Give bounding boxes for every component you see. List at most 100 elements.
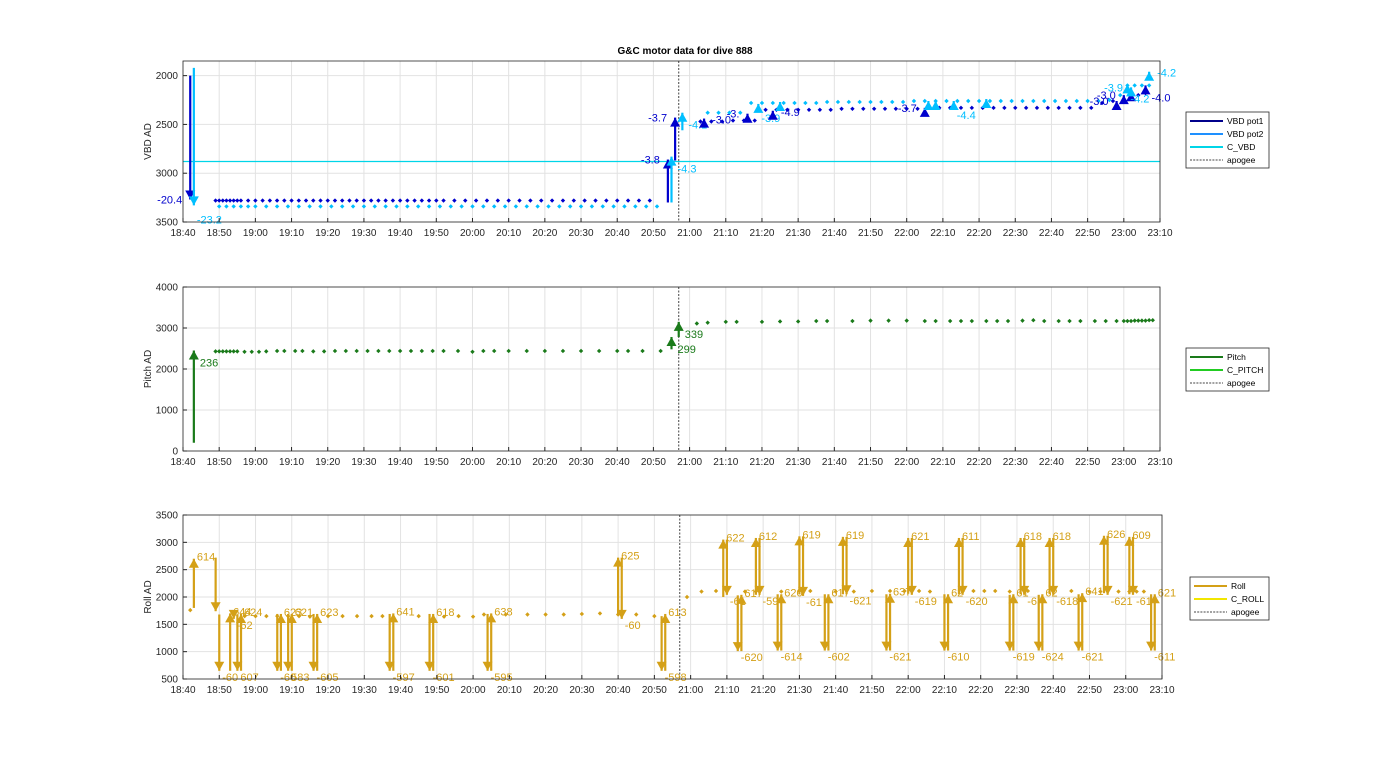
vbd-data-point [405,204,410,209]
vbd-data-point [868,99,873,105]
roll-xtick-label: 21:20 [751,685,776,696]
pitch-data-point [777,319,783,324]
pitch-xtick-label: 21:20 [749,457,774,468]
vbd-xtick-label: 19:40 [388,228,413,239]
vbd-data-point [517,198,522,203]
vbd-data-point [1067,105,1072,111]
pitch-data-point [365,348,370,354]
pitch-y-axis-label: Pitch AD [143,350,154,388]
pitch-data-point [1078,318,1083,324]
pitch-data-point [824,318,830,324]
vbd-move-label: -4.3 [678,164,697,176]
vbd-data-point [513,204,519,209]
roll-xtick-label: 22:30 [1004,685,1029,696]
roll-data-point [597,611,603,616]
roll-move-markers: 614-60644-62607624-60623583621-605623-59… [188,529,1176,684]
vbd-move-label: -3.7 [898,103,917,115]
vbd-data-point [416,204,421,209]
roll-data-point [470,614,476,619]
vbd-y-axis-label: VBD AD [143,123,154,160]
vbd-data-point [495,198,501,203]
roll-xtick-label: 21:10 [714,685,739,696]
vbd-data-point [633,204,638,209]
vbd-xtick-label: 19:30 [351,228,376,239]
vbd-legend-label: C_VBD [1227,142,1255,152]
roll-move-label: 621 [295,607,313,619]
vbd-points [213,83,1152,209]
roll-legend-label: C_ROLL [1231,594,1264,604]
vbd-data-point [966,98,971,104]
roll-xtick-label: 22:40 [1041,685,1066,696]
roll-move-label: -620 [966,596,988,608]
vbd-data-point [1020,98,1025,104]
vbd-data-point [224,204,229,209]
vbd-data-point [578,204,584,209]
vbd-move-label: -3.9 [1104,82,1123,94]
pitch-data-point [994,318,1000,324]
pitch-x-ticks: 18:40 18:50 19:00 19:10 19:20 19:30 19:40 19:50… [170,447,1173,468]
pitch-data-point [615,348,620,354]
roll-ytick-label: 2500 [156,565,179,576]
vbd-data-point [1063,98,1069,104]
pitch-data-point [311,349,316,354]
roll-y-axis-label: Roll AD [143,580,154,613]
vbd-data-point [372,204,377,209]
vbd-data-point [463,198,468,203]
vbd-data-point [361,198,367,203]
roll-move-label: -621 [889,652,911,664]
roll-move-label: -620 [741,652,763,664]
roll-ytick-label: 3000 [156,538,179,549]
vbd-data-point [274,198,280,203]
pitch-xtick-label: 19:50 [424,457,449,468]
vbd-xtick-label: 18:40 [170,228,195,239]
pitch-xtick-label: 19:20 [315,457,340,468]
pitch-xtick-label: 21:30 [786,457,811,468]
vbd-data-point [383,198,388,203]
roll-xtick-label: 20:50 [642,685,667,696]
roll-xtick-label: 22:20 [968,685,993,696]
vbd-data-point [296,198,301,203]
vbd-data-point [437,204,443,209]
pitch-move-label: 339 [685,329,703,341]
vbd-data-point [806,107,812,112]
roll-move-label: -621 [1111,596,1133,608]
pitch-data-point [1056,318,1061,324]
pitch-data-point [242,349,247,354]
pitch-move-arrowhead [188,350,199,360]
roll-data-point [869,588,875,594]
pitch-legend: Pitch C_PITCHapogee [1185,347,1270,392]
vbd-data-point [955,98,960,104]
pitch-ytick-label: 1000 [156,406,179,417]
roll-data-point [684,594,690,600]
roll-data-point [993,588,998,594]
pitch-data-point [658,348,663,354]
roll-xtick-label: 21:00 [678,685,703,696]
vbd-data-point [307,204,312,209]
vbd-data-point [434,198,439,203]
figure-canvas: G&C motor data for dive 888 -20.4 -23.2 -3… [143,46,1270,696]
roll-xtick-label: 19:20 [316,685,341,696]
roll-move-label: -610 [947,652,969,664]
pitch-data-point [734,319,739,325]
vbd-data-point [781,100,786,106]
pitch-data-point [376,348,381,354]
vbd-data-point [654,204,660,209]
roll-move-label: 618 [436,607,454,619]
pitch-xtick-label: 20:10 [496,457,521,468]
vbd-data-point [792,100,797,106]
roll-move-label: -624 [1042,652,1064,664]
vbd-data-point [405,198,410,203]
pitch-data-point [264,349,269,354]
pitch-xtick-label: 18:40 [170,457,195,468]
roll-move-label: 583 [291,672,309,684]
vbd-xtick-label: 18:50 [207,228,232,239]
roll-data-point [1116,589,1121,594]
roll-data-point [525,612,530,617]
roll-data-point [264,613,269,619]
roll-data-point [340,613,345,619]
vbd-data-point [340,204,345,209]
pitch-data-point [441,348,446,354]
vbd-data-point [238,198,244,203]
roll-data-point [971,588,976,594]
pitch-xtick-label: 20:50 [641,457,666,468]
